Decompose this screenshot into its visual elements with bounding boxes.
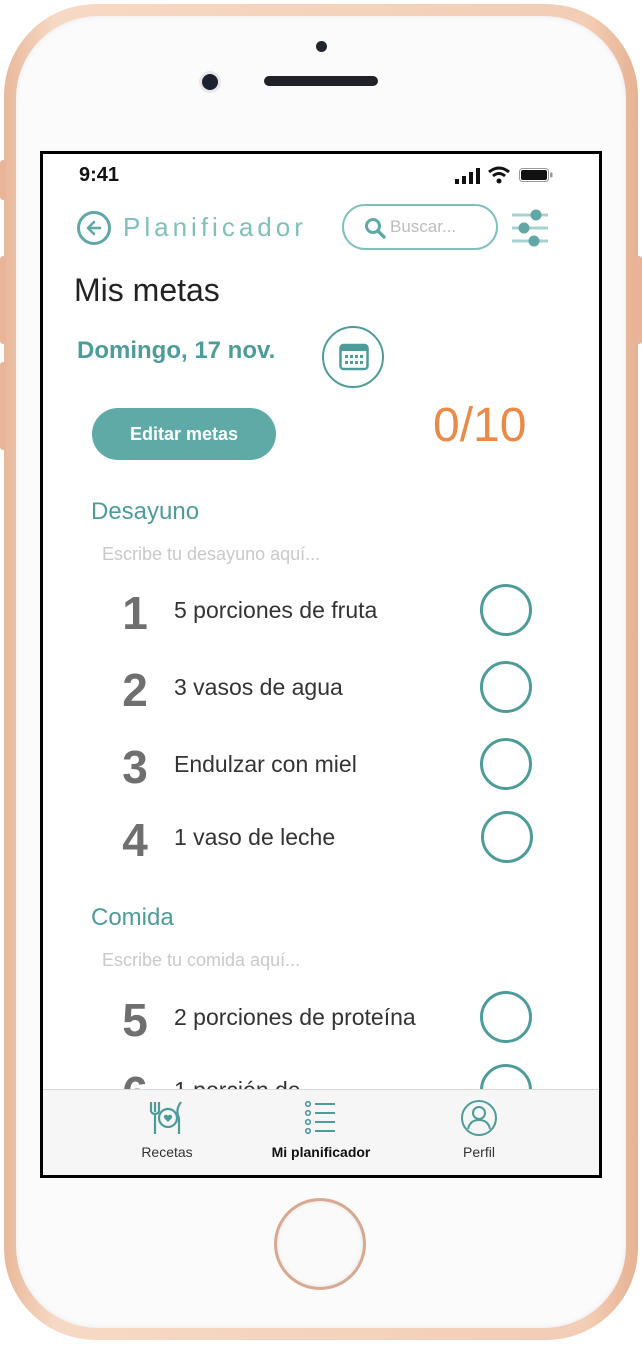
filter-sliders-icon[interactable] xyxy=(510,208,550,248)
user-icon xyxy=(461,1100,497,1136)
app-display: 9:41 Planificador Buscar... Mis metas Do… xyxy=(43,154,599,1175)
mute-switch xyxy=(0,160,6,200)
search-input[interactable] xyxy=(388,216,492,238)
section-label-breakfast: Desayuno xyxy=(91,498,200,525)
battery-icon xyxy=(519,168,553,182)
cellular-signal-icon xyxy=(455,168,480,184)
search-icon xyxy=(365,218,386,239)
earpiece-speaker xyxy=(264,76,378,86)
volume-down-button xyxy=(0,362,6,450)
goal-checkbox[interactable] xyxy=(480,991,532,1043)
breakfast-note-field[interactable]: Escribe tu desayuno aquí... xyxy=(102,544,320,565)
tab-planner[interactable]: Mi planificador xyxy=(241,1098,401,1160)
tab-profile[interactable]: Perfil xyxy=(399,1098,559,1160)
power-button xyxy=(636,256,642,344)
search-box[interactable] xyxy=(342,204,498,250)
goal-text: 3 vasos de agua xyxy=(174,674,343,700)
goal-number: 2 xyxy=(122,664,148,716)
list-icon xyxy=(304,1100,335,1135)
goal-text: 2 porciones de proteína xyxy=(174,1004,416,1030)
current-date: Domingo, 17 nov. xyxy=(77,337,276,364)
page-title: Mis metas xyxy=(74,272,220,308)
goal-text: 5 porciones de fruta xyxy=(174,597,378,623)
tab-recipes[interactable]: Recetas xyxy=(87,1098,247,1160)
goal-text: Endulzar con miel xyxy=(174,751,357,777)
goal-checkbox[interactable] xyxy=(481,811,533,863)
front-camera xyxy=(202,74,218,90)
wifi-icon xyxy=(488,166,510,184)
calendar-button[interactable] xyxy=(322,326,384,388)
goal-number: 4 xyxy=(122,814,148,866)
tab-bar: Recetas Mi planificador Perfil xyxy=(43,1089,599,1175)
goal-number: 1 xyxy=(122,587,148,639)
lunch-note-field[interactable]: Escribe tu comida aquí... xyxy=(102,950,300,971)
goal-checkbox[interactable] xyxy=(480,738,532,790)
goal-checkbox[interactable] xyxy=(480,661,532,713)
status-time: 9:41 xyxy=(79,164,120,186)
goal-number: 3 xyxy=(122,741,148,793)
volume-up-button xyxy=(0,256,6,344)
home-button[interactable] xyxy=(277,1201,363,1287)
header-title: Planificador xyxy=(123,212,307,242)
goal-checkbox[interactable] xyxy=(480,584,532,636)
goal-number: 5 xyxy=(122,994,148,1046)
tab-label: Recetas xyxy=(141,1144,193,1160)
proximity-sensor xyxy=(316,41,327,52)
edit-goals-button[interactable]: Editar metas xyxy=(92,408,276,460)
status-bar: 9:41 xyxy=(43,154,599,198)
tab-label: Perfil xyxy=(463,1144,495,1160)
tab-label: Mi planificador xyxy=(271,1144,371,1160)
back-arrow-icon[interactable] xyxy=(77,211,111,245)
plate-cutlery-icon xyxy=(149,1101,182,1134)
header: Planificador xyxy=(43,198,599,268)
goal-text: 1 vaso de leche xyxy=(174,824,336,850)
goals-progress-counter: 0/10 xyxy=(433,399,527,452)
section-label-lunch: Comida xyxy=(91,904,174,931)
screen: 9:41 Planificador Buscar... Mis metas Do… xyxy=(40,151,602,1178)
calendar-icon xyxy=(339,343,369,371)
